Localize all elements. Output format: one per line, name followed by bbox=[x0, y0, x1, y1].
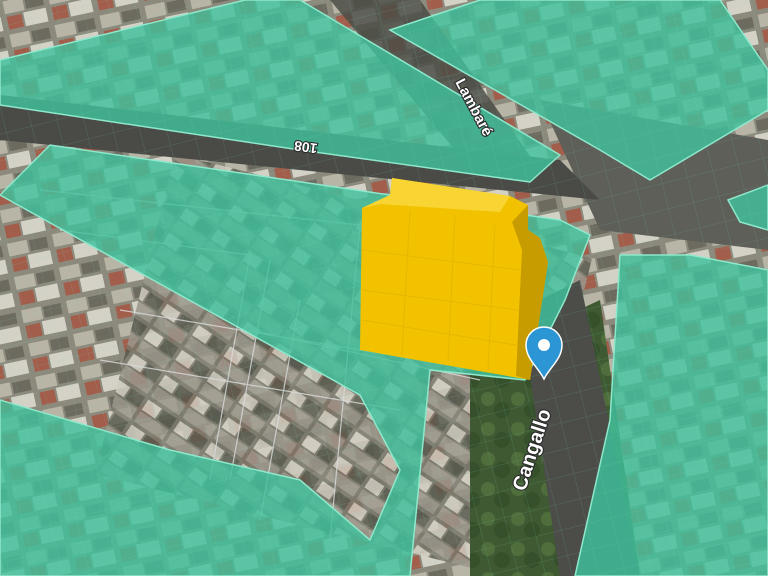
selected-building[interactable] bbox=[360, 178, 548, 380]
map-canvas[interactable]: Cangallo Lambaré 108 bbox=[0, 0, 768, 576]
map-view[interactable]: Cangallo Lambaré 108 bbox=[0, 0, 768, 576]
street-label-108: 108 bbox=[293, 138, 319, 157]
